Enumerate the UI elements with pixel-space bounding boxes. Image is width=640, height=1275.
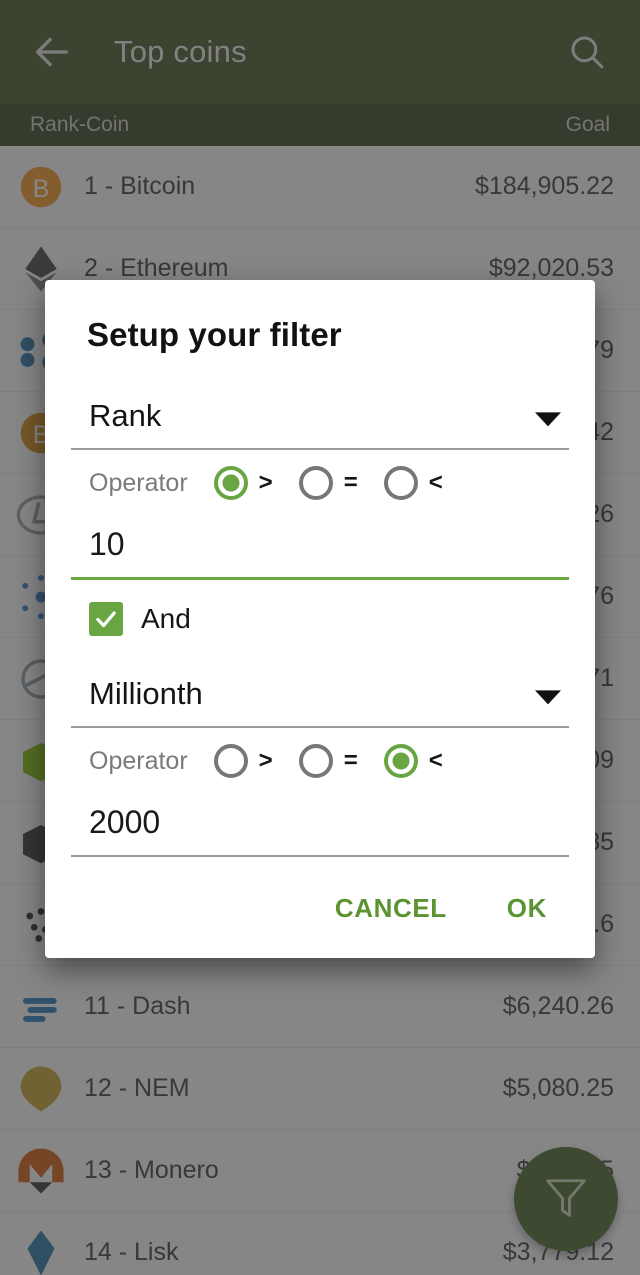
field2-operator-radio-group[interactable]: > = < (213, 744, 469, 778)
chevron-down-icon (535, 412, 561, 427)
ok-button[interactable]: OK (489, 885, 565, 932)
field2-property-value: Millionth (89, 676, 203, 711)
operator-symbol-label: = (343, 469, 358, 496)
app-screen: Top coins Rank-Coin Goal B1 - Bitcoin$18… (0, 0, 640, 1275)
radio-button-selected[interactable] (213, 466, 248, 500)
field1-operator-gt[interactable]: > (213, 466, 273, 500)
field2-operator-gt[interactable]: > (213, 744, 273, 778)
filter-dialog: Setup your filter Rank Operator > = < 10 (45, 280, 595, 958)
field1-property-value: Rank (89, 398, 162, 433)
radio-button[interactable] (213, 744, 248, 778)
radio-button[interactable] (298, 466, 333, 500)
field2-value-input[interactable]: 2000 (71, 796, 569, 857)
dialog-title: Setup your filter (87, 316, 342, 353)
chevron-down-icon (535, 690, 561, 705)
and-conjunction-row[interactable]: And (71, 580, 569, 650)
field1-value-input[interactable]: 10 (71, 518, 569, 580)
cancel-button[interactable]: CANCEL (317, 885, 465, 932)
field1-operator-eq[interactable]: = (298, 466, 358, 500)
field1-operator-radio-group[interactable]: > = < (213, 466, 469, 500)
field2-value-text: 2000 (89, 804, 161, 840)
field1-operator-lt[interactable]: < (383, 466, 443, 500)
check-icon (96, 611, 116, 628)
field1-operator-row: Operator > = < (71, 450, 569, 514)
radio-button[interactable] (298, 744, 333, 778)
dialog-actions: CANCEL OK (45, 857, 595, 958)
field2-operator-eq[interactable]: = (298, 744, 358, 778)
and-checkbox[interactable] (89, 602, 123, 636)
field1-property-spinner[interactable]: Rank (71, 388, 569, 450)
operator-symbol-label: < (428, 747, 443, 774)
dialog-body: Rank Operator > = < 10 And Millionth Ope… (45, 388, 595, 857)
radio-button[interactable] (383, 466, 418, 500)
field2-operator-lt[interactable]: < (383, 744, 443, 778)
and-checkbox-label: And (141, 603, 191, 634)
operator-symbol-label: < (428, 469, 443, 496)
field1-value-text: 10 (89, 526, 125, 562)
operator-symbol-label: > (258, 747, 273, 774)
field2-operator-row: Operator > = < (71, 728, 569, 792)
operator-symbol-label: > (258, 469, 273, 496)
field2-property-spinner[interactable]: Millionth (71, 666, 569, 728)
field2-operator-label: Operator (89, 746, 188, 775)
operator-symbol-label: = (343, 747, 358, 774)
field1-operator-label: Operator (89, 468, 188, 497)
radio-button-selected[interactable] (383, 744, 418, 778)
